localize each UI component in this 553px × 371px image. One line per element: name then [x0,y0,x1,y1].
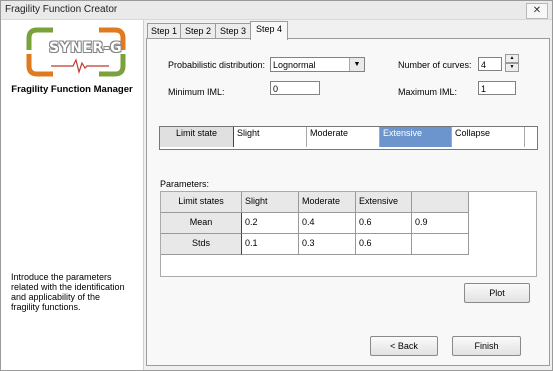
column-header-slight: Slight [242,192,299,213]
syner-g-logo: SYNER-G [23,26,129,78]
distribution-label: Probabilistic distribution: [168,60,266,70]
limit-state-moderate[interactable]: Moderate [307,127,380,147]
stds-moderate-cell[interactable]: 0.3 [299,234,356,255]
mean-collapse-cell[interactable]: 0.9 [412,213,469,234]
curves-stepper[interactable]: ▲ ▼ [505,54,519,72]
title-bar: Fragility Function Creator ✕ [1,1,552,20]
close-button[interactable]: ✕ [526,3,548,19]
limit-state-collapse[interactable]: Collapse [452,127,525,147]
column-header-moderate: Moderate [299,192,356,213]
limit-state-extensive[interactable]: Extensive [380,127,452,147]
max-iml-label: Maximum IML: [398,87,458,97]
stds-collapse-cell[interactable]: 0.7 [412,234,469,255]
max-iml-input[interactable]: 1 [478,81,516,95]
mean-moderate-cell[interactable]: 0.4 [299,213,356,234]
curves-input[interactable]: 4 [478,57,502,71]
window-title: Fragility Function Creator [5,4,118,15]
limit-state-slight[interactable]: Slight [234,127,307,147]
sidebar: SYNER-G Fragility Function Manager Intro… [1,20,144,370]
app-window: Fragility Function Creator ✕ SYNER-G Fra… [0,0,553,371]
sidebar-intro: Introduce the parameters related with th… [11,272,125,312]
finish-button[interactable]: Finish [452,336,521,356]
tab-step-3[interactable]: Step 3 [215,23,251,39]
column-header-collapse [412,192,469,213]
column-header-limit-states: Limit states [161,192,242,213]
parameters-grid: Limit states Slight Moderate Extensive M… [160,191,537,277]
mean-slight-cell[interactable]: 0.2 [242,213,299,234]
parameters-label: Parameters: [160,179,210,189]
limit-state-grid: Limit state Slight Moderate Extensive Co… [159,126,538,150]
sidebar-heading: Fragility Function Manager [11,84,133,95]
stds-extensive-cell[interactable]: 0.6 [356,234,412,255]
distribution-value: Lognormal [273,60,316,70]
row-header-stds: Stds [161,234,242,255]
close-icon: ✕ [532,5,542,16]
limit-state-header: Limit state [160,127,234,147]
min-iml-label: Minimum IML: [168,87,225,97]
column-header-extensive: Extensive [356,192,412,213]
distribution-select[interactable]: Lognormal ▼ [270,57,365,72]
stds-slight-cell[interactable]: 0.1 [242,234,299,255]
plot-button[interactable]: Plot [464,283,530,303]
stepper-down-icon[interactable]: ▼ [505,63,519,72]
chevron-down-icon[interactable]: ▼ [349,58,364,71]
curves-label: Number of curves: [398,60,472,70]
tab-step-4[interactable]: Step 4 [250,21,288,40]
logo-text: SYNER-G [49,40,123,56]
back-button[interactable]: < Back [370,336,438,356]
row-header-mean: Mean [161,213,242,234]
tab-step-2[interactable]: Step 2 [180,23,216,39]
stepper-up-icon[interactable]: ▲ [505,54,519,63]
min-iml-input[interactable]: 0 [270,81,320,95]
tab-step-1[interactable]: Step 1 [147,23,181,39]
mean-extensive-cell[interactable]: 0.6 [356,213,412,234]
